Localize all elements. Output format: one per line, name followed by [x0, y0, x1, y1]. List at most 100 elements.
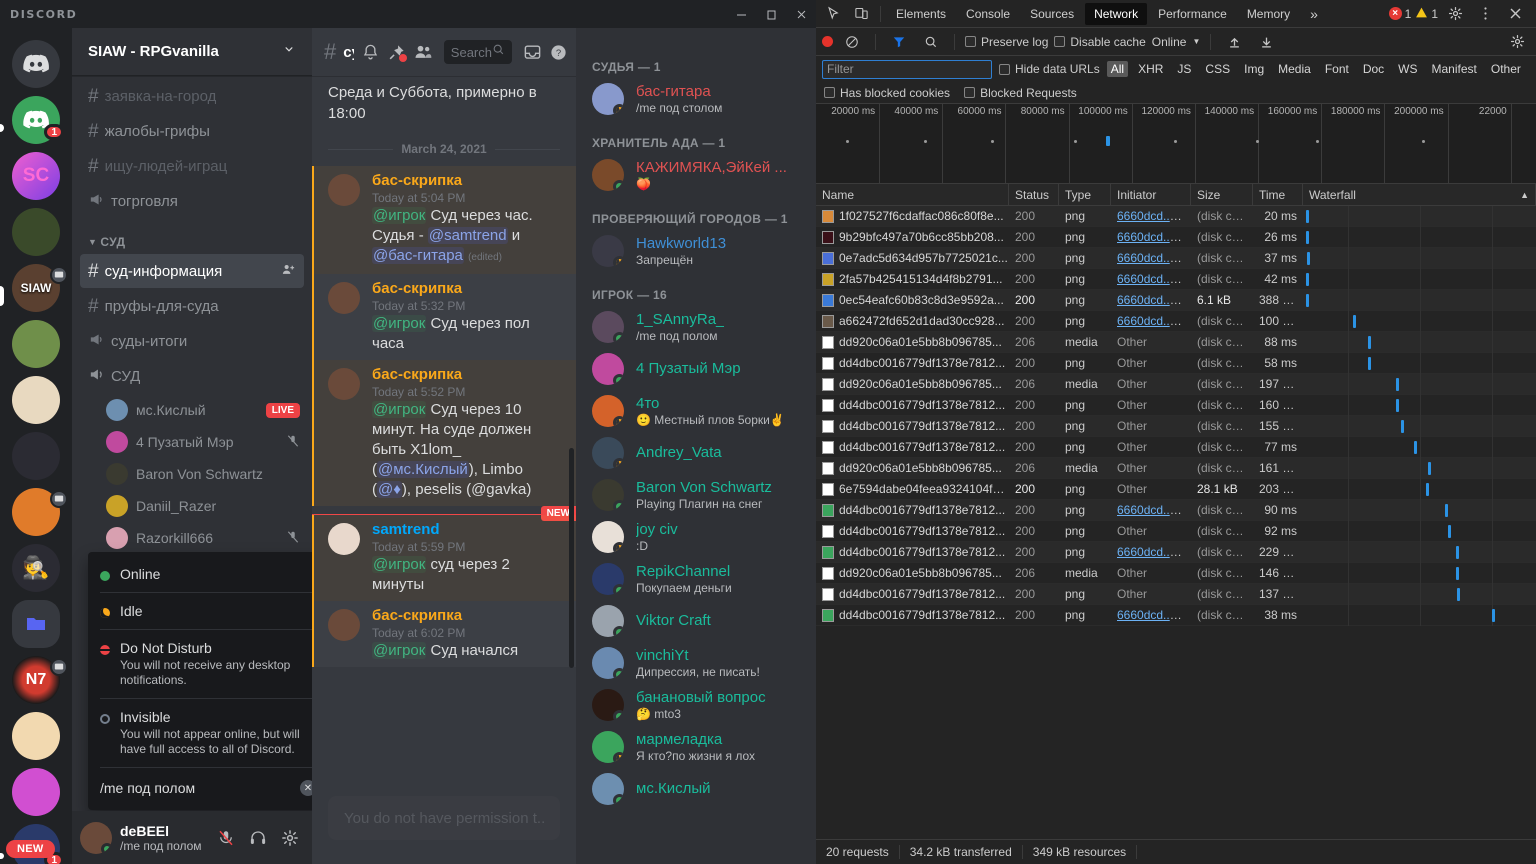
member-row[interactable]: 4 Пузатый Мэр: [576, 348, 816, 390]
member-row[interactable]: Andrey_Vata: [576, 432, 816, 474]
voice-user-Daniil_Razer[interactable]: Daniil_Razer: [106, 490, 312, 522]
table-row[interactable]: 0ec54eafc60b83c8d3e9592a... 200 png 6660dcd…: [816, 289, 1536, 311]
member-row[interactable]: бас-гитара/me под столом: [576, 78, 816, 120]
member-row[interactable]: vinchiYt Дипрессия, не писать!: [576, 642, 816, 684]
table-row[interactable]: 6e7594dabe04feea9324104fa... 200 png Other 2…: [816, 478, 1536, 500]
member-row[interactable]: мс.Кислый: [576, 768, 816, 810]
help-icon[interactable]: ?: [549, 43, 568, 62]
table-row[interactable]: a662472fd652d1dad30cc928... 200 png 6660dcd…: [816, 310, 1536, 332]
resource-filter-js[interactable]: JS: [1173, 61, 1195, 77]
guild-header[interactable]: SIAW - RPGvanilla: [72, 28, 312, 76]
resource-filter-font[interactable]: Font: [1321, 61, 1353, 77]
message[interactable]: бас-скрипка Today at 5:04 PM @игрок Суд че…: [312, 166, 576, 274]
message[interactable]: бас-скрипка Today at 6:02 PM @игрок Суд на…: [312, 601, 576, 667]
table-row[interactable]: dd4dbc0016779df1378e7812... 200 png 6660dcd…: [816, 499, 1536, 521]
clear-icon[interactable]: [839, 30, 865, 54]
table-row[interactable]: dd4dbc0016779df1378e7812... 200 png Other (d…: [816, 352, 1536, 374]
mention[interactable]: @бас-гитара: [372, 247, 464, 264]
server-icon-green-creature-server[interactable]: [12, 208, 60, 256]
table-row[interactable]: dd920c06a01e5bb8b096785... 206 media Other (…: [816, 331, 1536, 353]
server-icon-anime-girl-server[interactable]: [12, 376, 60, 424]
resource-filter-media[interactable]: Media: [1274, 61, 1315, 77]
message[interactable]: бас-скрипка Today at 5:32 PM @игрок Суд че…: [312, 274, 576, 360]
member-row[interactable]: joy civ:D: [576, 516, 816, 558]
mention[interactable]: @♦: [377, 481, 402, 498]
chevron-down-icon[interactable]: [282, 42, 296, 61]
avatar[interactable]: [80, 821, 112, 854]
mention[interactable]: @samtrend: [427, 227, 508, 244]
column-header-time[interactable]: Time: [1253, 183, 1303, 206]
headset-icon[interactable]: [244, 824, 272, 852]
column-header-initiator[interactable]: Initiator: [1111, 183, 1191, 206]
server-rail[interactable]: 1 SC SIAW 🕵 N7 1 NEW: [0, 28, 72, 864]
devtools-tab-console[interactable]: Console: [957, 3, 1019, 25]
filter-input[interactable]: Filter: [822, 59, 992, 79]
resource-filter-doc[interactable]: Doc: [1359, 61, 1388, 77]
chevron-double-right-icon[interactable]: »: [1301, 2, 1327, 26]
column-header-size[interactable]: Size: [1191, 183, 1253, 206]
member-row[interactable]: банановый вопрос 🤔 mto3: [576, 684, 816, 726]
member-row[interactable]: 1_SAnnyRa_/me под полом: [576, 306, 816, 348]
close-icon[interactable]: [1502, 2, 1528, 26]
maximize-icon[interactable]: [756, 0, 786, 28]
status-option-do-not-disturb[interactable]: Do Not Disturb You will not receive any d…: [88, 632, 312, 696]
gear-icon[interactable]: [276, 824, 304, 852]
network-overview-timeline[interactable]: 20000 ms 40000 ms 60000 ms 80000 ms 100000 m…: [816, 104, 1536, 184]
resource-filter-css[interactable]: CSS: [1201, 61, 1234, 77]
resource-filter-all[interactable]: All: [1106, 61, 1129, 77]
member-row[interactable]: КАЖИМЯКА,ЭйКей ... 🍑: [576, 154, 816, 196]
network-table-header[interactable]: Name Status Type Initiator Size Time Waterfall…: [816, 183, 1536, 206]
network-settings-icon[interactable]: [1504, 30, 1530, 54]
export-har-icon[interactable]: [1253, 30, 1279, 54]
warning-count[interactable]: 1: [1415, 6, 1438, 22]
avatar[interactable]: [328, 174, 360, 206]
table-row[interactable]: dd4dbc0016779df1378e7812... 200 png 6660dcd…: [816, 541, 1536, 563]
server-icon-pink-neon-server[interactable]: [12, 768, 60, 816]
table-row[interactable]: 0e7adc5d634d957b7725021c... 200 png 6660dcd…: [816, 247, 1536, 269]
resource-filter-other[interactable]: Other: [1487, 61, 1525, 77]
status-option-online[interactable]: Online: [88, 558, 312, 590]
voice-user-мс.Кислый[interactable]: мс.Кислый LIVE: [106, 394, 312, 426]
devtools-tab-performance[interactable]: Performance: [1149, 3, 1236, 25]
sidebar-channel-СУД[interactable]: СУД: [80, 359, 304, 393]
server-icon-minecraft-server[interactable]: [12, 320, 60, 368]
record-button[interactable]: [822, 36, 833, 47]
message[interactable]: samtrend Today at 5:59 PM @игрок суд через…: [312, 515, 576, 601]
server-icon-anime-dark-server[interactable]: [12, 432, 60, 480]
bell-icon[interactable]: [361, 43, 380, 62]
pin-icon[interactable]: [387, 43, 407, 62]
devtools-tab-sources[interactable]: Sources: [1021, 3, 1083, 25]
channel-category[interactable]: ▼ СУД: [72, 219, 312, 253]
table-row[interactable]: dd4dbc0016779df1378e7812... 200 png Other (d…: [816, 583, 1536, 605]
column-header-status[interactable]: Status: [1009, 183, 1059, 206]
member-row[interactable]: 4то 🙂 Местный плов 5орки✌: [576, 390, 816, 432]
status-picker-popout[interactable]: Online Idle Do Not Disturb You will not rec…: [88, 552, 312, 810]
table-row[interactable]: dd4dbc0016779df1378e7812... 200 png Other (d…: [816, 394, 1536, 416]
voice-user-Baron Von Schwartz[interactable]: Baron Von Schwartz: [106, 458, 312, 490]
devtools-tab-memory[interactable]: Memory: [1238, 3, 1299, 25]
message[interactable]: бас-скрипка Today at 5:52 PM @игрок Суд че…: [312, 360, 576, 506]
close-icon[interactable]: [786, 0, 816, 28]
avatar[interactable]: [328, 523, 360, 555]
members-icon[interactable]: [413, 42, 433, 62]
table-row[interactable]: dd4dbc0016779df1378e7812... 200 png Other (d…: [816, 436, 1536, 458]
column-header-waterfall[interactable]: Waterfall ▲: [1303, 183, 1536, 206]
has-blocked-cookies-checkbox[interactable]: Has blocked cookies: [824, 86, 950, 100]
search-icon[interactable]: [918, 30, 944, 54]
table-row[interactable]: 1f027527f6cdaffac086c80f8e... 200 png 6660d…: [816, 205, 1536, 227]
error-count[interactable]: × 1: [1388, 7, 1411, 21]
message-list[interactable]: Среда и Суббота, примерно в 18:00 March 2…: [312, 76, 576, 816]
import-har-icon[interactable]: [1221, 30, 1247, 54]
search-input[interactable]: Search: [443, 40, 512, 64]
voice-user-4 Пузатый Мэр[interactable]: 4 Пузатый Мэр: [106, 426, 312, 458]
minimize-icon[interactable]: [726, 0, 756, 28]
sidebar-channel-суды-итоги[interactable]: суды-итоги: [80, 324, 304, 358]
member-list[interactable]: СУДЬЯ — 1 бас-гитара/me под столом ХРАНИТЕ…: [576, 28, 816, 864]
disable-cache-checkbox[interactable]: Disable cache: [1054, 35, 1146, 49]
chat-scrollbar[interactable]: [569, 448, 574, 668]
server-icon-folder-server[interactable]: [12, 600, 60, 648]
member-row[interactable]: Baron Von Schwartz Playing Плагин на снег: [576, 474, 816, 516]
resource-filter-ws[interactable]: WS: [1394, 61, 1421, 77]
add-member-icon[interactable]: [281, 262, 296, 281]
table-row[interactable]: 2fa57b425415134d4f8b2791... 200 png 6660dcd…: [816, 268, 1536, 290]
